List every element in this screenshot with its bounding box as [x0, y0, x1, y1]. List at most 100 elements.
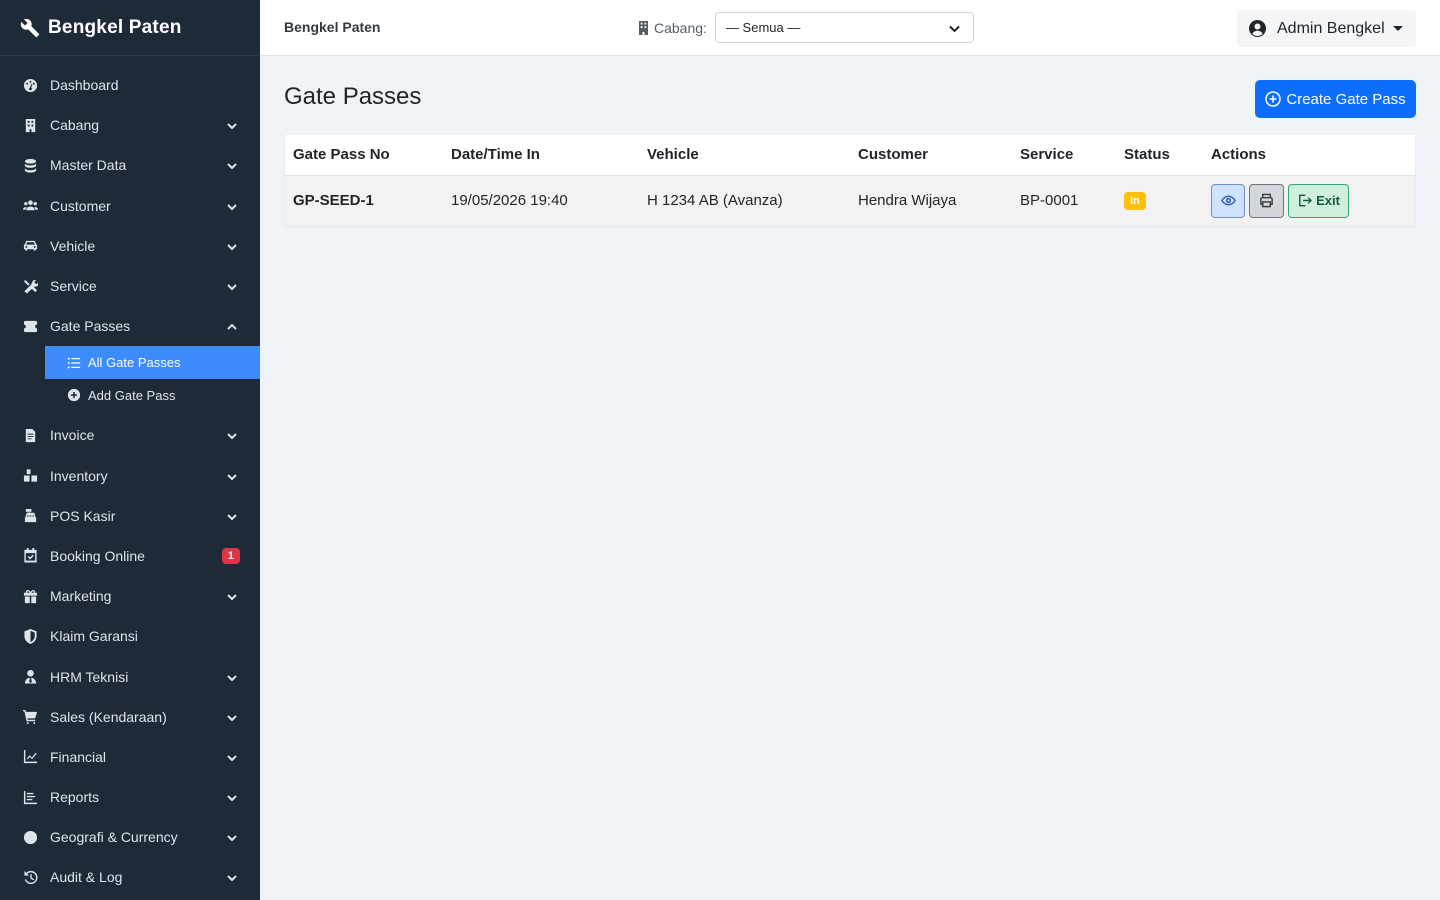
sidebar-item-booking-online[interactable]: Booking Online 1	[0, 536, 260, 576]
gate-passes-table-card: Gate Pass No Date/Time In Vehicle Custom…	[285, 135, 1415, 226]
gift-icon	[22, 588, 38, 604]
sidebar-item-hrm-teknisi[interactable]: HRM Teknisi	[0, 656, 260, 696]
sidebar-item-cabang[interactable]: Cabang	[0, 105, 260, 145]
sidebar-item-label: HRM Teknisi	[50, 668, 129, 685]
datetime-in-cell: 19/05/2026 19:40	[443, 175, 639, 226]
sidebar-subitem-add-gate-pass[interactable]: Add Gate Pass	[45, 379, 260, 412]
sidebar-item-marketing[interactable]: Marketing	[0, 576, 260, 616]
create-gate-pass-button[interactable]: Create Gate Pass	[1255, 80, 1416, 118]
sidebar-item-customer[interactable]: Customer	[0, 186, 260, 226]
sidebar-item-label: Marketing	[50, 588, 112, 605]
sidebar-item-financial[interactable]: Financial	[0, 737, 260, 777]
create-gate-pass-label: Create Gate Pass	[1286, 90, 1406, 108]
branch-filter: Cabang: — Semua —	[638, 12, 974, 43]
user-menu-button[interactable]: Admin Bengkel	[1237, 10, 1416, 47]
chart-line-icon	[22, 749, 38, 765]
invoice-icon	[22, 427, 38, 443]
eye-icon	[1220, 195, 1236, 206]
sidebar-item-label: Sales (Kendaraan)	[50, 708, 167, 725]
sidebar-item-label: Gate Passes	[50, 318, 131, 335]
sidebar-item-dashboard[interactable]: Dashboard	[0, 65, 260, 105]
caret-down-icon	[1393, 26, 1403, 31]
gate-passes-submenu: All Gate Passes Add Gate Pass	[0, 346, 260, 415]
customer-cell: Hendra Wijaya	[850, 175, 1012, 226]
sidebar-item-pos-kasir[interactable]: POS Kasir	[0, 496, 260, 536]
sidebar-item-vehicle[interactable]: Vehicle	[0, 226, 260, 266]
gate-pass-no-cell: GP-SEED-1	[285, 175, 443, 226]
sidebar-subitem-all-gate-passes[interactable]: All Gate Passes	[45, 346, 260, 379]
column-header: Status	[1116, 135, 1203, 176]
cash-register-icon	[22, 508, 38, 524]
history-icon	[22, 869, 38, 885]
column-header: Actions	[1203, 135, 1415, 176]
sidebar-item-label: Invoice	[50, 427, 95, 444]
sidebar-item-reports[interactable]: Reports	[0, 777, 260, 817]
brand[interactable]: Bengkel Paten	[0, 0, 260, 56]
user-name: Admin Bengkel	[1277, 19, 1385, 37]
sidebar-item-label: Dashboard	[50, 77, 119, 94]
sidebar-item-gate-passes[interactable]: Gate Passes	[0, 306, 260, 346]
sidebar-item-label: Klaim Garansi	[50, 628, 138, 645]
boxes-icon	[22, 468, 38, 484]
column-header: Gate Pass No	[285, 135, 443, 176]
calendar-check-icon	[22, 548, 38, 564]
sidebar-item-geografi-currency[interactable]: Geografi & Currency	[0, 817, 260, 857]
row-actions: Exit	[1211, 183, 1407, 218]
sidebar-item-label: Service	[50, 278, 97, 295]
user-tie-icon	[22, 669, 38, 685]
tools-icon	[22, 278, 38, 294]
shield-icon	[22, 628, 38, 644]
sidebar-item-inventory[interactable]: Inventory	[0, 456, 260, 496]
chevron-down-icon	[948, 22, 961, 35]
user-circle-icon	[1249, 20, 1266, 37]
printer-icon	[1260, 193, 1273, 208]
print-button[interactable]	[1249, 183, 1284, 218]
chevron-down-icon	[226, 751, 238, 763]
plus-circle-icon	[67, 388, 81, 402]
branch-label: Cabang:	[654, 19, 707, 36]
sidebar-item-label: Geografi & Currency	[50, 829, 178, 846]
sidebar-item-label: Customer	[50, 197, 111, 214]
sidebar-item-label: Cabang	[50, 117, 100, 134]
sidebar-item-klaim-garansi[interactable]: Klaim Garansi	[0, 616, 260, 656]
sidebar-item-label: POS Kasir	[50, 507, 116, 524]
topbar-title: Bengkel Paten	[284, 19, 381, 35]
ticket-icon	[22, 318, 38, 334]
sidebar-item-invoice[interactable]: Invoice	[0, 415, 260, 455]
chevron-down-icon	[226, 711, 238, 723]
chevron-down-icon	[226, 470, 238, 482]
sidebar-item-label: Master Data	[50, 157, 127, 174]
users-icon	[22, 198, 38, 214]
sidebar-item-audit-log[interactable]: Audit & Log	[0, 857, 260, 897]
report-icon	[22, 789, 38, 805]
exit-button[interactable]: Exit	[1288, 183, 1349, 218]
sidebar-item-sales-kendaraan[interactable]: Sales (Kendaraan)	[0, 697, 260, 737]
sidebar-item-label: Inventory	[50, 467, 108, 484]
chevron-down-icon	[226, 240, 238, 252]
view-button[interactable]	[1211, 183, 1245, 218]
service-cell: BP-0001	[1012, 175, 1116, 226]
sidebar: Bengkel Paten Dashboard Cabang Master Da…	[0, 0, 260, 900]
sidebar-item-label: Financial	[50, 748, 107, 765]
table-row: GP-SEED-1 19/05/2026 19:40 H 1234 AB (Av…	[285, 175, 1415, 226]
sidebar-item-master-data[interactable]: Master Data	[0, 145, 260, 185]
chevron-up-icon	[226, 320, 238, 332]
sidebar-item-service[interactable]: Service	[0, 266, 260, 306]
status-cell: In	[1116, 175, 1203, 226]
plus-circle-icon	[1265, 91, 1282, 107]
status-badge: In	[1124, 192, 1146, 211]
sidebar-item-label: Vehicle	[50, 237, 96, 254]
sidebar-item-label: Audit & Log	[50, 869, 123, 886]
sidebar-item-label: Reports	[50, 789, 100, 806]
vehicle-cell: H 1234 AB (Avanza)	[639, 175, 850, 226]
chevron-down-icon	[226, 429, 238, 441]
branch-select[interactable]: — Semua —	[714, 12, 974, 43]
column-header: Service	[1012, 135, 1116, 176]
chevron-down-icon	[226, 159, 238, 171]
car-icon	[22, 238, 38, 254]
booking-count-badge: 1	[221, 547, 240, 564]
exit-label: Exit	[1316, 193, 1340, 209]
globe-icon	[22, 829, 38, 845]
chevron-down-icon	[226, 590, 238, 602]
chevron-down-icon	[226, 510, 238, 522]
